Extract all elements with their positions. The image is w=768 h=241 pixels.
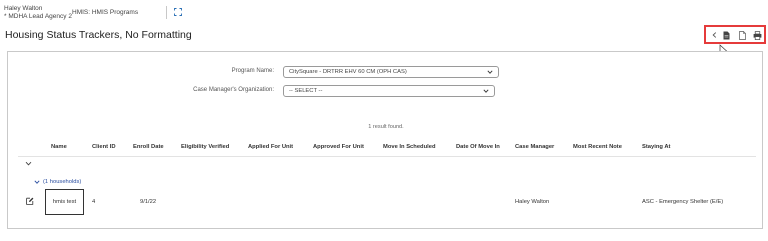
column-header-staying-at[interactable]: Staying At xyxy=(642,144,670,150)
header-divider-line xyxy=(18,156,756,157)
document-icon[interactable] xyxy=(721,30,731,40)
enroll-date-cell: 9/1/22 xyxy=(140,199,157,205)
expand-icon[interactable] xyxy=(174,8,182,16)
user-info: Haley Walton * MDHA Lead Agency 2 xyxy=(4,5,72,21)
column-header-date-of-move-in[interactable]: Date Of Move In xyxy=(456,144,500,150)
agency-name: * MDHA Lead Agency 2 xyxy=(4,13,72,20)
chevron-down-icon[interactable] xyxy=(25,160,32,167)
household-group-label[interactable]: (1 households) xyxy=(43,179,81,185)
case-manager-org-select[interactable]: -- SELECT -- xyxy=(283,85,495,97)
chevron-down-icon xyxy=(483,89,489,93)
column-header-name[interactable]: Name xyxy=(51,144,67,150)
page-title: Housing Status Trackers, No Formatting xyxy=(5,29,192,41)
print-icon[interactable] xyxy=(752,30,762,40)
chevron-down-icon xyxy=(487,70,493,74)
column-header-eligibility-verified[interactable]: Eligibility Verified xyxy=(181,144,229,150)
program-name-value: CitySquare - DRTRR EHV 60 CM (OPH CAS) xyxy=(289,69,407,75)
header-divider xyxy=(166,6,167,19)
column-header-most-recent-note[interactable]: Most Recent Note xyxy=(573,144,622,150)
column-header-approved-for-unit[interactable]: Approved For Unit xyxy=(313,144,364,150)
staying-at-cell: ASC - Emergency Shelter (E/E) xyxy=(642,199,724,205)
user-name: Haley Walton xyxy=(4,5,43,12)
column-header-case-manager[interactable]: Case Manager xyxy=(515,144,554,150)
document-outline-icon[interactable] xyxy=(737,30,747,40)
column-header-move-in-scheduled[interactable]: Move In Scheduled xyxy=(383,144,436,150)
case-manager-org-label: Case Manager's Organization: xyxy=(193,87,274,93)
chevron-down-icon[interactable] xyxy=(34,179,40,185)
column-header-enroll-date[interactable]: Enroll Date xyxy=(133,144,164,150)
program-name-select[interactable]: CitySquare - DRTRR EHV 60 CM (OPH CAS) xyxy=(283,66,499,78)
top-bar: Haley Walton * MDHA Lead Agency 2 HMIS: … xyxy=(0,0,768,24)
client-name[interactable]: hmis test xyxy=(53,199,76,205)
result-count: 1 result found. xyxy=(368,124,404,130)
hmis-programs-label[interactable]: HMIS: HMIS Programs xyxy=(72,9,138,16)
program-name-label: Program Name: xyxy=(231,68,274,74)
case-manager-cell: Haley Walton xyxy=(515,199,550,205)
report-panel: Program Name: CitySquare - DRTRR EHV 60 … xyxy=(7,51,763,229)
column-header-applied-for-unit[interactable]: Applied For Unit xyxy=(248,144,293,150)
edit-icon[interactable] xyxy=(26,197,34,205)
client-id-cell: 4 xyxy=(92,199,96,205)
client-name-cell[interactable]: hmis test xyxy=(45,189,84,215)
column-header-client-id[interactable]: Client ID xyxy=(92,144,116,150)
report-actions-toolbar xyxy=(704,25,766,44)
case-manager-org-value: -- SELECT -- xyxy=(289,88,323,94)
chevron-left-icon[interactable] xyxy=(709,30,719,40)
